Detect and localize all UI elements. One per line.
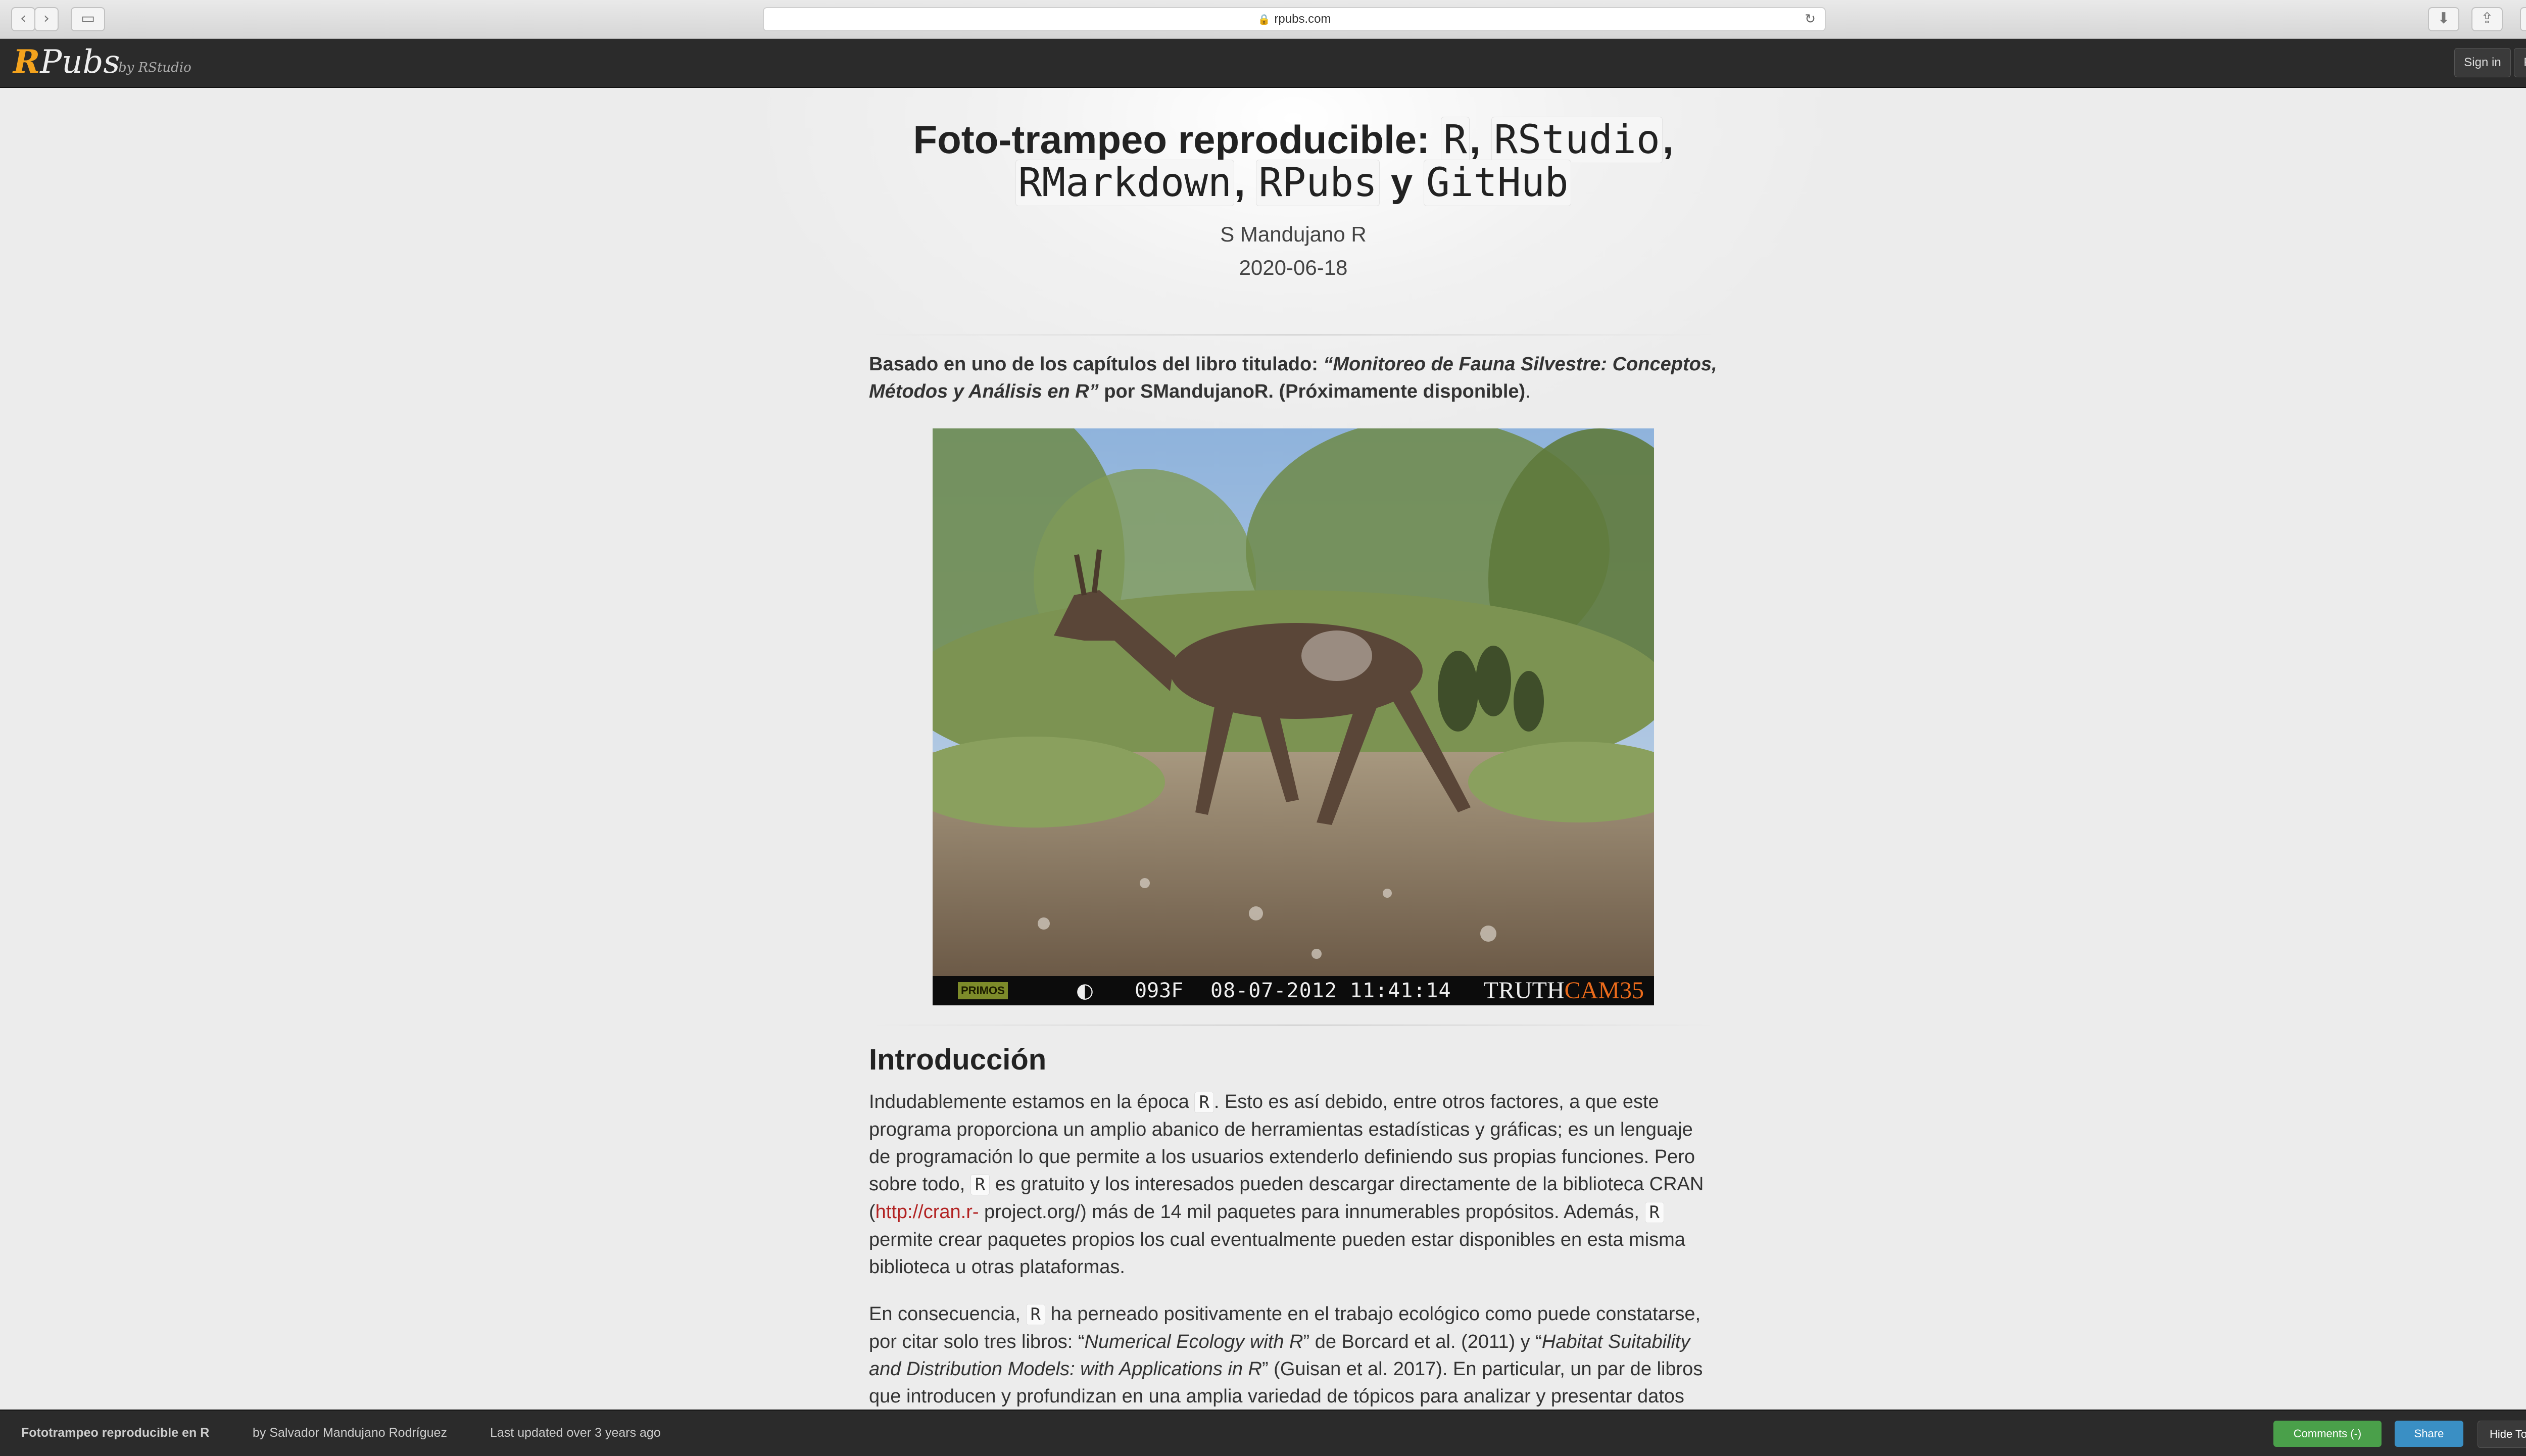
footer-doc-title: Fototrampeo reproducible en R [21,1426,210,1440]
logo-r: R [13,43,40,81]
hide-toolbars-button[interactable]: Hide Toolbars [2478,1421,2526,1448]
rpubs-logo[interactable]: RPubs [13,43,120,81]
inline-code: R [1026,1304,1046,1325]
deer-photo-image [933,428,1654,976]
comments-button[interactable]: Comments (-) [2273,1421,2382,1447]
logo-byline: by RStudio [118,60,191,75]
temperature-readout: 093F [1135,979,1184,1002]
camera-brand-logo: PRIMOS [958,982,1008,999]
camera-model-text: TRUTH [1483,977,1565,1004]
title-text: Foto-trampeo reproducible: [913,117,1441,162]
share-button[interactable]: Share [2395,1421,2463,1447]
moon-phase-icon: ◐ [1076,979,1094,1002]
back-icon[interactable]: ‹ [11,7,35,31]
url-text: rpubs.com [1274,12,1331,26]
inline-code: R [1194,1092,1214,1113]
cran-link[interactable]: http://cran.r- [876,1201,979,1223]
p2-text: ” de Borcard et al. (2011) y “ [1303,1331,1542,1352]
title-code-rpubs: RPubs [1256,160,1380,206]
p1-text: permite crear paquetes propios los cual … [869,1229,1685,1278]
lead-period: . [1525,381,1531,402]
page-title: Foto-trampeo reproducible: R, RStudio, R… [913,117,1674,206]
tabs-icon[interactable]: ⧉ [2520,7,2526,31]
book-title: Numerical Ecology with R [1084,1331,1303,1352]
footer-byline: by Salvador Mandujano Rodríguez [253,1426,447,1440]
lead-paragraph: Basado en uno de los capítulos del libro… [869,351,1718,405]
reload-icon[interactable]: ↻ [1805,8,1816,30]
author: S Mandujano R [1220,222,1367,246]
lead-text: Basado en uno de los capítulos del libro… [869,354,1324,375]
title-code-r: R [1440,117,1470,163]
address-bar[interactable]: 🔒 rpubs.com ↻ [763,7,1826,31]
p2-text: En consecuencia, [869,1303,1026,1325]
capture-datetime: 08-07-2012 11:41:14 [1210,979,1451,1002]
title-code-rmarkdown: RMarkdown [1015,160,1234,206]
p1-text: project.org/) más de 14 mil paquetes par… [979,1201,1645,1223]
share-icon[interactable]: ⇪ [2471,7,2503,31]
footer-updated: Last updated over 3 years ago [490,1426,661,1440]
p1-text: Indudablemente estamos en la época [869,1091,1195,1112]
title-code-rstudio: RStudio [1491,117,1663,163]
divider [869,334,1718,335]
document-area: Foto-trampeo reproducible: R, RStudio, R… [0,88,2526,1434]
camera-trap-photo: PRIMOS ◐ 093F 08-07-2012 11:41:14 TRUTHC… [933,428,1654,1005]
sign-in-button[interactable]: Sign in [2454,48,2511,77]
inline-code: R [970,1174,990,1195]
document-toolbar: Fototrampeo reproducible en R by Salvado… [0,1410,2526,1456]
site-header: RPubs by RStudio Sign in Register [0,39,2526,88]
intro-paragraph-1: Indudablemente estamos en la época R. Es… [869,1088,1718,1281]
lock-icon: 🔒 [1257,13,1271,25]
forward-icon[interactable]: › [34,7,59,31]
photo-timestamp-bar: PRIMOS ◐ 093F 08-07-2012 11:41:14 TRUTHC… [933,976,1654,1005]
title-y: y [1390,160,1413,205]
sidebar-icon[interactable]: ▭ [71,7,105,31]
divider [869,1025,1718,1026]
logo-pubs: Pubs [40,43,120,81]
browser-toolbar: ‹ › ▭ 🔒rpubs.com ↻ ⬇ ⇪ ⧉ + [0,0,2526,39]
register-button[interactable]: Register [2514,48,2526,77]
section-heading: Introducción [869,1043,1047,1076]
inline-code: R [1644,1202,1665,1223]
download-icon[interactable]: ⬇ [2428,7,2459,31]
title-code-github: GitHub [1423,160,1571,206]
lead-text-2: por SMandujanoR. (Próximamente disponibl… [1098,381,1526,402]
date: 2020-06-18 [1239,256,1348,279]
camera-model-number: CAM35 [1564,977,1644,1004]
camera-model-logo: TRUTHCAM35 [1484,976,1644,1005]
